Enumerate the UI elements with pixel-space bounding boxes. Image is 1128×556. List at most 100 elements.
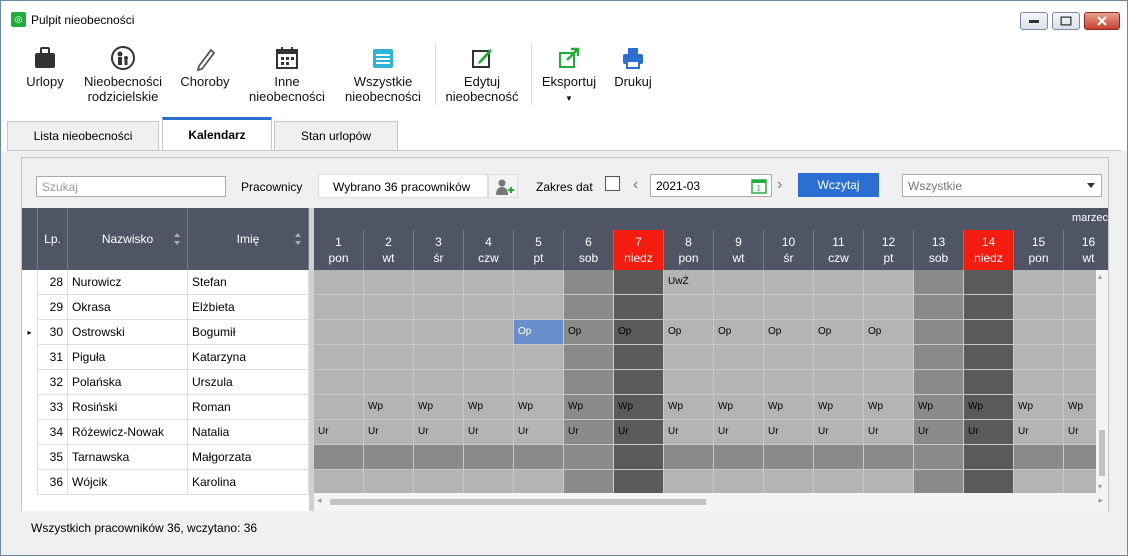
calendar-cell[interactable] xyxy=(964,345,1014,370)
calendar-cell[interactable] xyxy=(564,295,614,320)
calendar-cell[interactable]: Wp xyxy=(464,395,514,420)
calendar-cell[interactable] xyxy=(464,445,514,470)
calendar-cell[interactable]: Ur xyxy=(914,420,964,445)
wszystkie-button[interactable]: Wszystkie nieobecności xyxy=(337,45,429,104)
row-selector[interactable]: ▸ xyxy=(22,320,38,345)
calendar-cell[interactable]: Wp xyxy=(664,395,714,420)
calendar-cell[interactable] xyxy=(914,445,964,470)
calendar-cell[interactable] xyxy=(514,270,564,295)
calendar-cell[interactable] xyxy=(814,295,864,320)
calendar-cell[interactable] xyxy=(414,270,464,295)
calendar-cell[interactable] xyxy=(814,370,864,395)
search-input[interactable]: Szukaj xyxy=(36,176,226,197)
calendar-cell[interactable] xyxy=(564,270,614,295)
calendar-cell[interactable] xyxy=(1014,270,1064,295)
calendar-cell[interactable] xyxy=(464,345,514,370)
scroll-up-icon[interactable]: ▴ xyxy=(1098,272,1102,281)
calendar-cell[interactable] xyxy=(614,345,664,370)
calendar-cell[interactable] xyxy=(464,370,514,395)
minimize-button[interactable] xyxy=(1020,12,1048,30)
row-selector[interactable] xyxy=(22,470,38,495)
calendar-cell[interactable]: Ur xyxy=(664,420,714,445)
calendar-cell[interactable] xyxy=(714,270,764,295)
row-selector[interactable] xyxy=(22,295,38,320)
calendar-cell[interactable] xyxy=(314,320,364,345)
calendar-cell[interactable] xyxy=(364,370,414,395)
table-row[interactable]: 28 Nurowicz Stefan xyxy=(22,270,309,295)
calendar-cell[interactable]: Ur xyxy=(864,420,914,445)
calendar-cell[interactable]: Op xyxy=(814,320,864,345)
calendar-cell[interactable] xyxy=(914,270,964,295)
calendar-cell[interactable] xyxy=(514,370,564,395)
calendar-cell[interactable] xyxy=(314,470,364,495)
calendar-cell[interactable] xyxy=(614,445,664,470)
table-row[interactable]: ▸ 30 Ostrowski Bogumił xyxy=(22,320,309,345)
table-row[interactable]: 31 Piguła Katarzyna xyxy=(22,345,309,370)
calendar-cell[interactable] xyxy=(864,295,914,320)
calendar-cell[interactable]: Op xyxy=(864,320,914,345)
calendar-cell[interactable]: Wp xyxy=(914,395,964,420)
table-row[interactable]: 33 Rosiński Roman xyxy=(22,395,309,420)
calendar-cell[interactable] xyxy=(314,445,364,470)
calendar-cell[interactable] xyxy=(714,470,764,495)
table-row[interactable]: 29 Okrasa Elżbieta xyxy=(22,295,309,320)
calendar-cell[interactable] xyxy=(764,270,814,295)
calendar-cell[interactable] xyxy=(914,370,964,395)
row-selector[interactable] xyxy=(22,345,38,370)
calendar-cell[interactable] xyxy=(364,270,414,295)
calendar-cell[interactable]: Op xyxy=(564,320,614,345)
calendar-cell[interactable] xyxy=(414,445,464,470)
scroll-down-icon[interactable]: ▾ xyxy=(1098,482,1102,491)
choroby-button[interactable]: Choroby xyxy=(175,45,235,89)
tab-kalendarz[interactable]: Kalendarz xyxy=(162,117,272,152)
scroll-right-icon[interactable]: ▸ xyxy=(1098,495,1103,506)
table-row[interactable]: 34 Różewicz-Nowak Natalia xyxy=(22,420,309,445)
calendar-cell[interactable] xyxy=(814,345,864,370)
calendar-cell[interactable] xyxy=(864,270,914,295)
rodzicielskie-button[interactable]: Nieobecności rodzicielskie xyxy=(77,45,169,104)
tab-lista[interactable]: Lista nieobecności xyxy=(7,121,159,151)
calendar-cell[interactable] xyxy=(364,345,414,370)
calendar-cell[interactable] xyxy=(1014,370,1064,395)
calendar-cell[interactable] xyxy=(464,320,514,345)
calendar-cell[interactable]: Op xyxy=(514,320,564,345)
calendar-cell[interactable] xyxy=(1014,345,1064,370)
calendar-cell[interactable] xyxy=(714,445,764,470)
calendar-cell[interactable] xyxy=(414,370,464,395)
calendar-cell[interactable] xyxy=(314,395,364,420)
calendar-cell[interactable] xyxy=(514,345,564,370)
calendar-cell[interactable] xyxy=(764,445,814,470)
calendar-cell[interactable]: Wp xyxy=(1014,395,1064,420)
calendar-cell[interactable] xyxy=(414,470,464,495)
inne-button[interactable]: Inne nieobecności xyxy=(243,45,331,104)
calendar-cell[interactable]: Ur xyxy=(764,420,814,445)
prev-month-icon[interactable]: ‹ xyxy=(633,176,638,194)
calendar-cell[interactable] xyxy=(814,445,864,470)
calendar-cell[interactable] xyxy=(564,345,614,370)
calendar-cell[interactable]: Ur xyxy=(514,420,564,445)
calendar-cell[interactable] xyxy=(314,370,364,395)
calendar-cell[interactable] xyxy=(764,470,814,495)
calendar-cell[interactable] xyxy=(664,445,714,470)
col-imie[interactable]: Imię xyxy=(188,208,309,270)
calendar-cell[interactable] xyxy=(314,295,364,320)
load-button[interactable]: Wczytaj xyxy=(798,173,879,197)
calendar-cell[interactable]: Wp xyxy=(364,395,414,420)
vertical-scroll-thumb[interactable] xyxy=(1099,430,1105,476)
calendar-cell[interactable]: Op xyxy=(614,320,664,345)
calendar-cell[interactable]: Ur xyxy=(364,420,414,445)
close-button[interactable] xyxy=(1084,12,1120,30)
calendar-cell[interactable] xyxy=(964,370,1014,395)
employees-selector[interactable]: Wybrano 36 pracowników xyxy=(318,174,488,198)
calendar-cell[interactable] xyxy=(564,370,614,395)
calendar-cell[interactable]: Ur xyxy=(714,420,764,445)
calendar-cell[interactable] xyxy=(564,445,614,470)
table-row[interactable]: 32 Polańska Urszula xyxy=(22,370,309,395)
absence-type-select[interactable]: Wszystkie xyxy=(902,174,1102,197)
calendar-cell[interactable]: Ur xyxy=(614,420,664,445)
calendar-cell[interactable]: Ur xyxy=(814,420,864,445)
calendar-cell[interactable] xyxy=(964,470,1014,495)
calendar-cell[interactable]: Wp xyxy=(514,395,564,420)
row-selector[interactable] xyxy=(22,395,38,420)
calendar-cell[interactable]: Wp xyxy=(814,395,864,420)
